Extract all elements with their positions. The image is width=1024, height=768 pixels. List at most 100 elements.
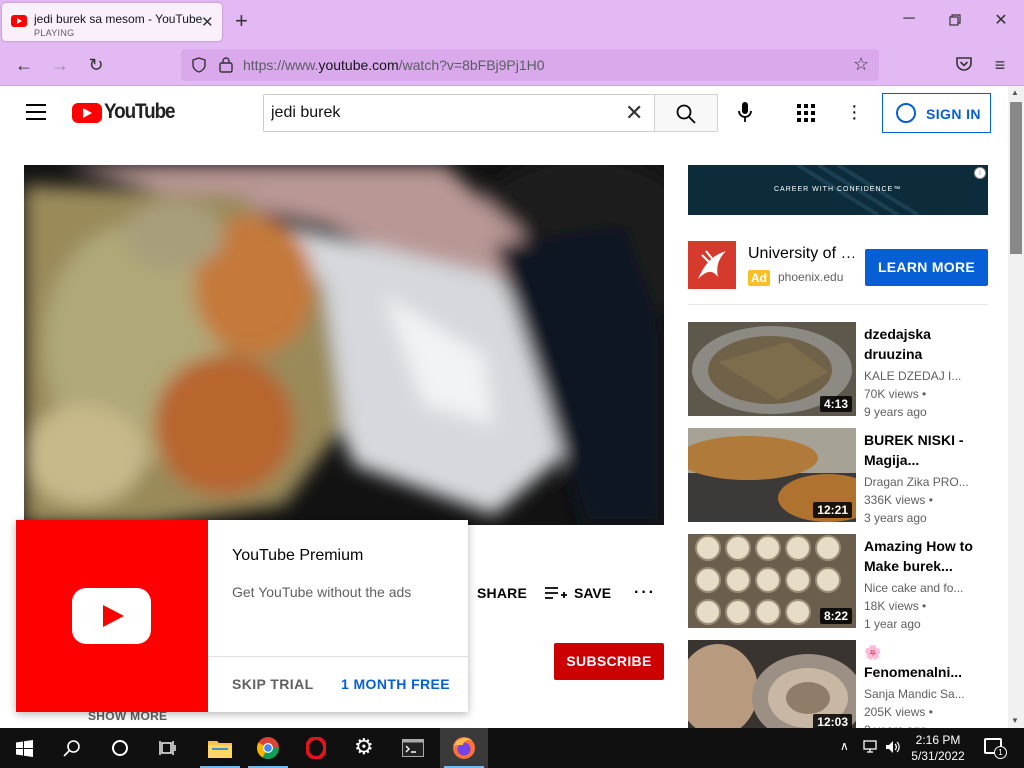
youtube-logo-icon[interactable] — [72, 103, 102, 123]
taskbar-clock[interactable]: 2:16 PM 5/31/2022 — [905, 732, 971, 764]
video-frame — [24, 165, 664, 525]
chrome-icon — [257, 737, 279, 759]
video-title[interactable]: 🌸 Fenomenalni... — [864, 642, 982, 682]
url-bar[interactable]: https://www.youtube.com/watch?v=8bFBj9Pj… — [181, 49, 879, 81]
clear-search-icon[interactable]: ✕ — [625, 101, 643, 125]
pocket-icon[interactable] — [955, 56, 973, 72]
shield-icon[interactable] — [191, 57, 207, 73]
microphone-icon[interactable] — [737, 101, 753, 123]
ad-banner-text: CAREER WITH CONFIDENCE™ — [774, 186, 902, 193]
free-trial-button[interactable]: 1 MONTH FREE — [341, 676, 450, 692]
phoenix-logo-icon — [698, 250, 726, 279]
divider — [208, 656, 468, 657]
notification-count: 1 — [994, 746, 1007, 759]
app-menu-icon[interactable]: ≡ — [988, 53, 1012, 77]
settings-more-icon[interactable]: · · · — [851, 96, 858, 128]
channel-name[interactable]: Nice cake and fo... — [864, 581, 974, 595]
clock-time: 2:16 PM — [915, 733, 961, 747]
advertiser-logo[interactable] — [688, 241, 736, 289]
account-icon — [896, 103, 916, 123]
upload-age: 1 year ago — [864, 617, 921, 631]
ad-info-icon[interactable]: i — [974, 167, 986, 179]
video-thumbnail[interactable]: 8:22 — [688, 534, 856, 628]
skip-trial-button[interactable]: SKIP TRIAL — [232, 676, 314, 692]
channel-name[interactable]: Sanja Mandic Sa... — [864, 687, 974, 701]
bookmark-star-icon[interactable]: ☆ — [853, 54, 869, 75]
recommended-video[interactable]: 12:03 🌸 Fenomenalni... Sanja Mandic Sa..… — [688, 640, 988, 737]
recommended-video[interactable]: 12:21 BUREK NISKI - Magija... Dragan Zik… — [688, 428, 988, 525]
search-input[interactable] — [271, 104, 611, 122]
opera-icon — [306, 737, 326, 759]
premium-description: Get YouTube without the ads — [232, 584, 412, 600]
gear-icon: ⚙ — [354, 734, 374, 759]
back-icon[interactable]: ← — [12, 53, 36, 77]
sign-in-button[interactable]: SIGN IN — [882, 93, 991, 133]
youtube-favicon-icon — [11, 15, 27, 27]
video-title[interactable]: dzedajska druuzina — [864, 324, 982, 364]
learn-more-button[interactable]: LEARN MORE — [865, 249, 988, 286]
show-hidden-icons-icon[interactable]: ∧ — [840, 739, 849, 753]
search-icon[interactable] — [63, 739, 81, 757]
youtube-logo-text[interactable]: YouTube — [104, 100, 176, 124]
save-button[interactable]: SAVE — [574, 585, 611, 601]
ad-domain: phoenix.edu — [778, 270, 844, 284]
video-player[interactable] — [24, 165, 664, 525]
file-explorer-taskbar[interactable] — [196, 728, 244, 768]
guide-menu-icon[interactable] — [26, 104, 46, 120]
search-box[interactable] — [263, 94, 655, 132]
youtube-play-icon — [72, 588, 151, 644]
browser-tab[interactable]: jedi burek sa mesom - YouTube PLAYING ✕ — [2, 3, 222, 41]
close-tab-icon[interactable]: ✕ — [201, 13, 214, 31]
scroll-up-icon[interactable]: ▲ — [1011, 88, 1019, 97]
video-title[interactable]: Amazing How to Make burek... — [864, 536, 982, 576]
search-button[interactable] — [654, 94, 718, 132]
ad-banner[interactable]: CAREER WITH CONFIDENCE™ i — [688, 165, 988, 215]
view-count: 336K views • — [864, 493, 933, 507]
scroll-down-icon[interactable]: ▼ — [1011, 716, 1019, 725]
new-tab-icon[interactable]: + — [235, 9, 248, 33]
lock-icon[interactable] — [219, 56, 233, 73]
save-playlist-icon[interactable] — [545, 586, 567, 600]
minimize-icon[interactable]: ─ — [899, 10, 919, 28]
firefox-icon — [453, 737, 475, 759]
channel-name[interactable]: KALE DZEDAJ I... — [864, 369, 974, 383]
settings-taskbar[interactable]: ⚙ — [340, 728, 388, 768]
view-count: 18K views • — [864, 599, 927, 613]
notification-center-icon[interactable]: 1 — [984, 738, 1007, 759]
video-thumbnail[interactable]: 12:21 — [688, 428, 856, 522]
channel-name[interactable]: Dragan Zika PRO... — [864, 475, 974, 489]
windows-start-icon[interactable] — [16, 740, 33, 757]
upload-age: 9 years ago — [864, 405, 927, 419]
recommended-video[interactable]: 8:22 Amazing How to Make burek... Nice c… — [688, 534, 988, 631]
youtube-apps-icon[interactable] — [797, 104, 815, 122]
firefox-taskbar[interactable] — [440, 728, 488, 768]
video-title[interactable]: BUREK NISKI - Magija... — [864, 430, 982, 470]
scrollbar-thumb[interactable] — [1010, 102, 1022, 254]
cortana-icon[interactable] — [111, 739, 129, 757]
recommended-video[interactable]: 4:13 dzedajska druuzina KALE DZEDAJ I...… — [688, 322, 988, 419]
video-duration: 8:22 — [819, 608, 852, 624]
chrome-taskbar[interactable] — [244, 728, 292, 768]
premium-banner — [16, 520, 208, 712]
close-window-icon[interactable]: ✕ — [991, 10, 1011, 30]
opera-taskbar[interactable] — [292, 728, 340, 768]
ad-title[interactable]: University of … — [748, 245, 854, 263]
video-thumbnail[interactable]: 4:13 — [688, 322, 856, 416]
clock-date: 5/31/2022 — [911, 749, 965, 763]
task-view-icon[interactable] — [159, 740, 177, 756]
tab-title: jedi burek sa mesom - YouTube — [34, 12, 202, 26]
volume-icon[interactable] — [885, 740, 901, 754]
terminal-taskbar[interactable] — [388, 728, 436, 768]
more-actions-icon[interactable]: ··· — [634, 584, 656, 602]
restore-window-icon[interactable] — [945, 13, 965, 31]
divider — [688, 304, 988, 305]
reload-icon[interactable]: ↻ — [84, 53, 108, 77]
network-icon[interactable] — [863, 740, 879, 754]
subscribe-button[interactable]: SUBSCRIBE — [554, 643, 664, 680]
video-duration: 4:13 — [819, 396, 852, 412]
premium-title: YouTube Premium — [232, 547, 364, 564]
url-text[interactable]: https://www.youtube.com/watch?v=8bFBj9Pj… — [243, 57, 545, 73]
forward-icon[interactable]: → — [48, 53, 72, 77]
share-button[interactable]: SHARE — [458, 585, 527, 601]
video-thumbnail[interactable]: 12:03 — [688, 640, 856, 734]
